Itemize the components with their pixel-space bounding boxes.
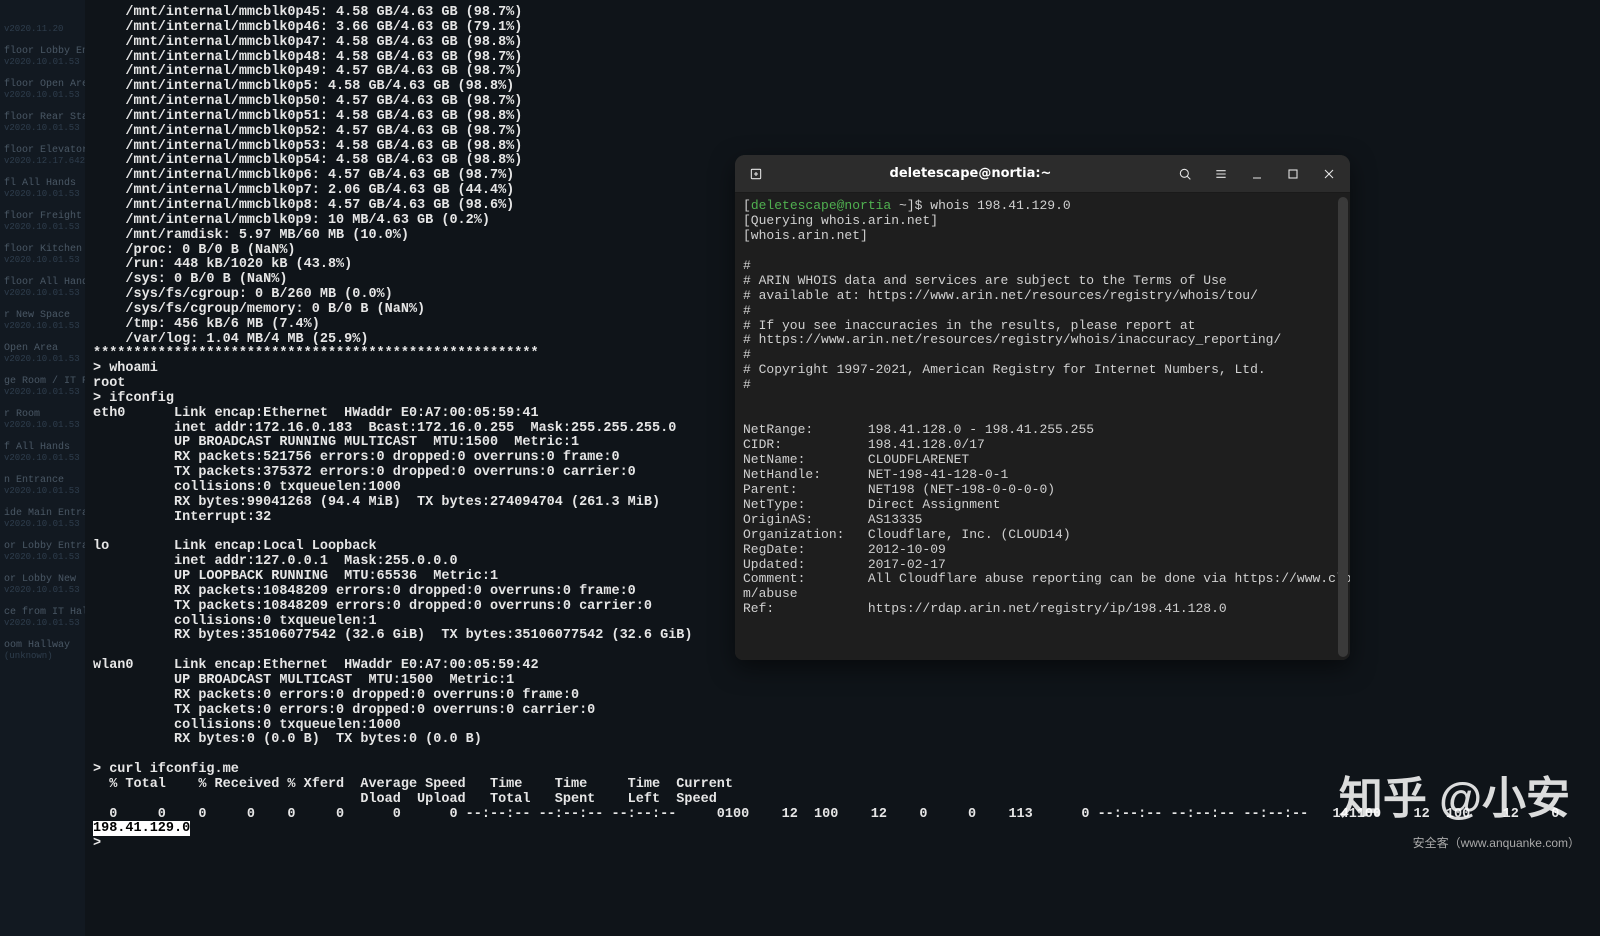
maximize-button[interactable]: [1278, 159, 1308, 189]
hamburger-icon: [1213, 166, 1229, 182]
camera-list-item: or Lobby Newv2020.10.01.53: [0, 570, 85, 603]
camera-list-item: floor Open Areav2020.10.01.53: [0, 75, 85, 108]
camera-list-item: floor Kitchenv2020.10.01.53: [0, 240, 85, 273]
camera-list-item: floor Elevator Lv2020.12.17.642: [0, 141, 85, 174]
terminal-prompt: >: [93, 836, 109, 851]
camera-list-item: n Entrancev2020.10.01.53: [0, 471, 85, 504]
close-button[interactable]: [1314, 159, 1344, 189]
maximize-icon: [1285, 166, 1301, 182]
source-label: 安全客（www.anquanke.com）: [1413, 834, 1580, 851]
camera-list-item: Open Areav2020.10.01.53: [0, 339, 85, 372]
camera-list-item: f All Handsv2020.10.01.53: [0, 438, 85, 471]
search-button[interactable]: [1170, 159, 1200, 189]
camera-list-item: ge Room / IT Rov2020.10.01.53: [0, 372, 85, 405]
prompt-user: deletescape@nortia: [751, 198, 891, 213]
camera-list-item: floor Rear Stairv2020.10.01.53: [0, 108, 85, 141]
background-camera-list: v2020.11.20floor Lobby Entv2020.10.01.53…: [0, 0, 85, 936]
camera-list-item: r Roomv2020.10.01.53: [0, 405, 85, 438]
menu-button[interactable]: [1206, 159, 1236, 189]
camera-list-item: ide Main Entrav2020.10.01.53: [0, 504, 85, 537]
camera-list-item: fl All Handsv2020.10.01.53: [0, 174, 85, 207]
window-title: deletescape@nortia:~: [777, 166, 1164, 181]
close-icon: [1321, 166, 1337, 182]
camera-list-item: r New Spacev2020.10.01.53: [0, 306, 85, 339]
search-icon: [1177, 166, 1193, 182]
camera-list-item: ce from IT Hallv2020.10.01.53: [0, 603, 85, 636]
new-tab-button[interactable]: [741, 159, 771, 189]
camera-list-item: floor Lobby Entv2020.10.01.53: [0, 42, 85, 75]
minimize-icon: [1249, 166, 1265, 182]
window-titlebar[interactable]: deletescape@nortia:~: [735, 155, 1350, 193]
camera-list-item: floor All Handsv2020.10.01.53: [0, 273, 85, 306]
camera-list-item: v2020.11.20: [0, 20, 85, 42]
whois-command: whois 198.41.129.0: [922, 198, 1070, 213]
camera-list-item: or Lobby Entrav2020.10.01.53: [0, 537, 85, 570]
scrollbar[interactable]: [1338, 197, 1348, 657]
curl-result-ip: 198.41.129.0: [93, 821, 190, 836]
camera-list-item: oom Hallway(unknown): [0, 636, 85, 669]
new-tab-icon: [748, 166, 764, 182]
camera-list-item: floor Freight Elv2020.10.01.53: [0, 207, 85, 240]
minimize-button[interactable]: [1242, 159, 1272, 189]
whois-terminal-window: deletescape@nortia:~ [deletescape@nortia…: [735, 155, 1350, 660]
whois-output: [Querying whois.arin.net] [whois.arin.ne…: [743, 213, 1350, 616]
whois-terminal-body[interactable]: [deletescape@nortia ~]$ whois 198.41.129…: [735, 193, 1350, 660]
